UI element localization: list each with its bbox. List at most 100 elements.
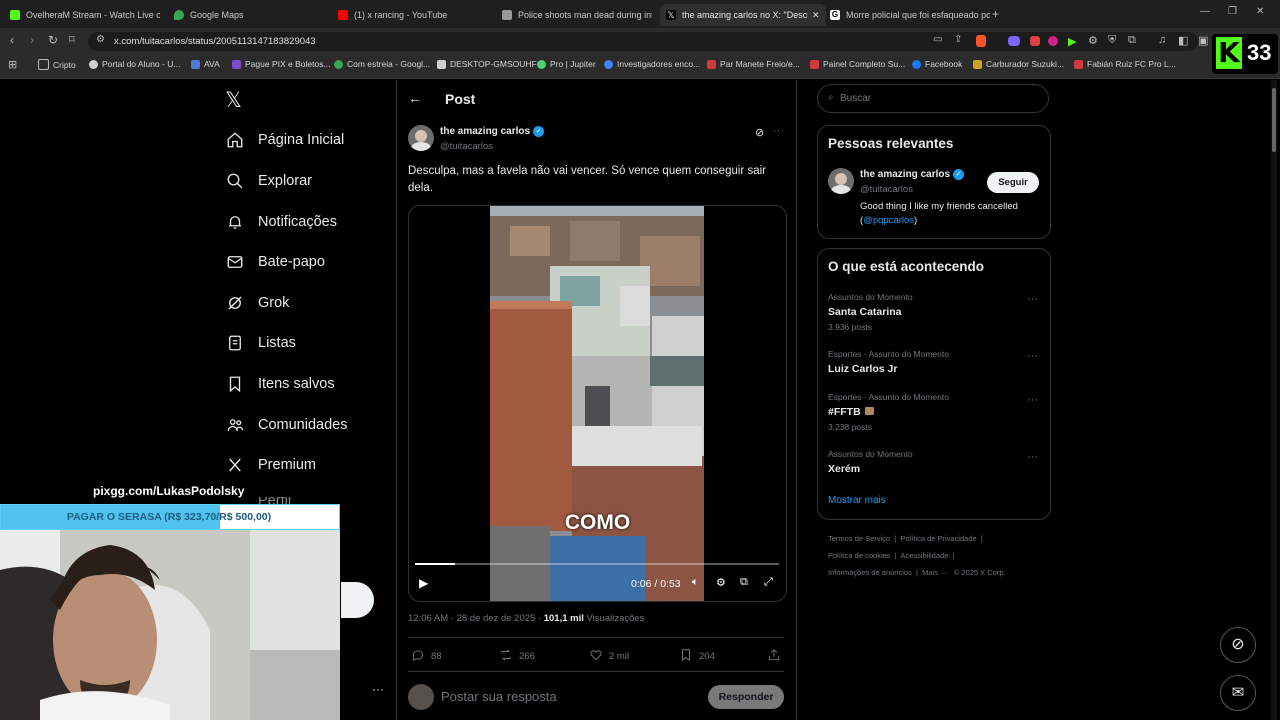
nav-home[interactable]: Página Inicial	[226, 131, 344, 149]
extensions-puzzle-icon[interactable]: ⧉	[1128, 34, 1136, 47]
share-icon[interactable]: ⇪	[954, 34, 962, 45]
extension-icon[interactable]	[1008, 36, 1020, 46]
more-options-icon[interactable]: ···	[372, 682, 384, 696]
trend-more-icon[interactable]: ···	[1027, 293, 1038, 305]
grok-explain-icon[interactable]: ⊘	[755, 126, 764, 139]
nav-grok[interactable]: Grok	[226, 294, 289, 312]
apps-grid-icon[interactable]: ⊞	[8, 58, 17, 71]
nav-messages[interactable]: Bate-papo	[226, 253, 325, 271]
nav-bookmarks[interactable]: Itens salvos	[226, 375, 335, 393]
site-info-icon[interactable]: ⚙	[96, 34, 105, 45]
nav-explore[interactable]: Explorar	[226, 172, 312, 190]
bookmark-painel[interactable]: Painel Completo Su...	[810, 59, 905, 69]
nav-notifications[interactable]: Notificações	[226, 213, 337, 231]
bookmark-portal-aluno[interactable]: Portal do Aluno - U...	[89, 59, 180, 69]
footer-link-privacy[interactable]: Política de Privacidade	[900, 534, 976, 543]
page-scrollbar[interactable]	[1271, 80, 1277, 720]
back-icon[interactable]: ‹	[10, 33, 14, 47]
brave-shield-icon[interactable]	[976, 35, 986, 47]
settings-icon[interactable]: ⚙	[716, 576, 726, 589]
trend-item[interactable]: Assuntos do Momento Xerém	[828, 449, 1043, 475]
bookmark-fabian-ruiz[interactable]: Fabián Ruiz FC Pro L...	[1074, 59, 1176, 69]
media-icon[interactable]: ♫	[1158, 34, 1166, 46]
trend-item[interactable]: Esportes · Assunto do Momento #FFTB 3.23…	[828, 392, 1043, 432]
share-button[interactable]	[767, 648, 787, 665]
tab-youtube[interactable]: (1) x rancing - YouTube	[334, 4, 488, 26]
grok-float-button[interactable]: ⊘	[1220, 627, 1256, 663]
extension-icon[interactable]: ⛨	[1108, 34, 1116, 47]
nav-lists[interactable]: Listas	[226, 334, 296, 352]
bookmark-desktop[interactable]: DESKTOP-GMSOUHF	[437, 59, 537, 69]
my-avatar[interactable]	[408, 684, 434, 710]
nav-communities[interactable]: Comunidades	[226, 416, 347, 434]
footer-link-ads-info[interactable]: Informações de anúncios	[828, 568, 912, 577]
maximize-icon[interactable]: ❐	[1228, 6, 1237, 17]
trend-item[interactable]: Assuntos do Momento Santa Catarina 3.936…	[828, 292, 1043, 332]
scrollbar-thumb[interactable]	[1272, 88, 1276, 152]
author-avatar[interactable]	[408, 125, 434, 151]
window-close-icon[interactable]: ✕	[1256, 6, 1264, 17]
like-button[interactable]: 2 mil	[589, 648, 629, 665]
search-input[interactable]: ⌕ Buscar	[817, 84, 1049, 113]
trend-more-icon[interactable]: ···	[1027, 451, 1038, 463]
follow-button[interactable]: Seguir	[987, 172, 1039, 193]
close-icon[interactable]: ✕	[812, 10, 820, 21]
relevant-handle[interactable]: @tuitacarlos	[860, 184, 913, 195]
bookmark-ava[interactable]: AVA	[191, 59, 220, 69]
back-arrow-icon[interactable]: ←	[408, 90, 422, 106]
repost-button[interactable]: 266	[499, 648, 535, 665]
video-player[interactable]: COMO ▶ 0:06 / 0:53 🔈︎ ⚙ ⧉ ⤢	[408, 205, 787, 602]
footer-link-accessibility[interactable]: Acessibilidade	[900, 551, 948, 560]
messages-float-button[interactable]: ✉	[1220, 675, 1256, 711]
pip-icon[interactable]: ⧉	[740, 576, 748, 589]
bookmark-facebook[interactable]: Facebook	[912, 59, 962, 69]
post-compose-button[interactable]	[341, 582, 374, 618]
tab-x-post[interactable]: 𝕏the amazing carlos no X: "Descul ✕	[660, 4, 826, 26]
bookmark-pague-pix[interactable]: Pague PIX e Boletos...	[232, 59, 331, 69]
tab-policial-article[interactable]: G Morre policial que foi esfaqueado po	[826, 4, 990, 26]
x-logo-icon[interactable]: 𝕏	[225, 88, 242, 112]
reply-submit-button[interactable]: Responder	[708, 685, 784, 709]
bookmark-button[interactable]: 204	[679, 648, 715, 665]
extension-icon[interactable]	[1048, 36, 1058, 46]
post-more-icon[interactable]: ···	[773, 125, 784, 137]
wallet-icon[interactable]: ▣	[1198, 34, 1208, 47]
nav-premium[interactable]: Premium	[226, 456, 316, 474]
footer-link-terms[interactable]: Termos de Serviço	[828, 534, 890, 543]
tab-police-article[interactable]: Police shoots man dead during inter	[498, 4, 652, 26]
minimize-icon[interactable]: —	[1200, 6, 1210, 17]
bookmark-com-estreia[interactable]: Com estreia - Googl...	[334, 59, 430, 69]
mention-link[interactable]: @pqpcarlos	[863, 215, 914, 226]
relevant-avatar[interactable]	[828, 168, 854, 194]
reply-input[interactable]: Postar sua resposta	[441, 689, 557, 704]
fullscreen-icon[interactable]: ⤢	[764, 576, 773, 589]
video-progress-track[interactable]	[415, 563, 779, 565]
relevant-name[interactable]: the amazing carlos ✓	[860, 169, 965, 180]
bookmark-manete[interactable]: Par Manete Freio/e...	[707, 59, 800, 69]
extension-icon[interactable]: ⚙	[1088, 34, 1098, 47]
footer-link-cookies[interactable]: Política de cookies	[828, 551, 891, 560]
forward-icon[interactable]: ›	[30, 33, 34, 47]
extension-icon[interactable]: ▶	[1068, 35, 1076, 48]
bookmark-page-icon[interactable]: ⌑	[69, 33, 75, 46]
tab-kick-stream[interactable]: OvelheraM Stream - Watch Live o	[6, 4, 160, 26]
sidebar-toggle-icon[interactable]: ◧	[1178, 34, 1188, 47]
show-more-link[interactable]: Mostrar mais	[828, 495, 886, 506]
bookmark-cripto[interactable]: Cripto	[38, 59, 76, 70]
trend-more-icon[interactable]: ···	[1027, 350, 1038, 362]
reload-icon[interactable]: ↻	[48, 33, 58, 47]
footer-link-more[interactable]: Mais ···	[922, 568, 947, 577]
play-icon[interactable]: ▶	[419, 576, 428, 590]
bookmark-jupiter[interactable]: Pro | Jupiter	[537, 59, 596, 69]
author-name[interactable]: the amazing carlos ✓	[440, 126, 545, 137]
reply-button[interactable]: 88	[411, 648, 442, 665]
bookmark-carburador[interactable]: Carburador Suzuki...	[973, 59, 1064, 69]
bookmark-investigadores[interactable]: Investigadores enco...	[604, 59, 700, 69]
author-handle[interactable]: @tuitacarlos	[440, 141, 493, 152]
extension-icon[interactable]	[1030, 36, 1040, 46]
volume-icon[interactable]: 🔈︎	[692, 576, 699, 589]
tab-google-maps[interactable]: Google Maps	[170, 4, 324, 26]
new-tab-icon[interactable]: +	[992, 7, 999, 21]
trend-more-icon[interactable]: ···	[1027, 394, 1038, 406]
cast-icon[interactable]: ▭	[933, 34, 942, 45]
